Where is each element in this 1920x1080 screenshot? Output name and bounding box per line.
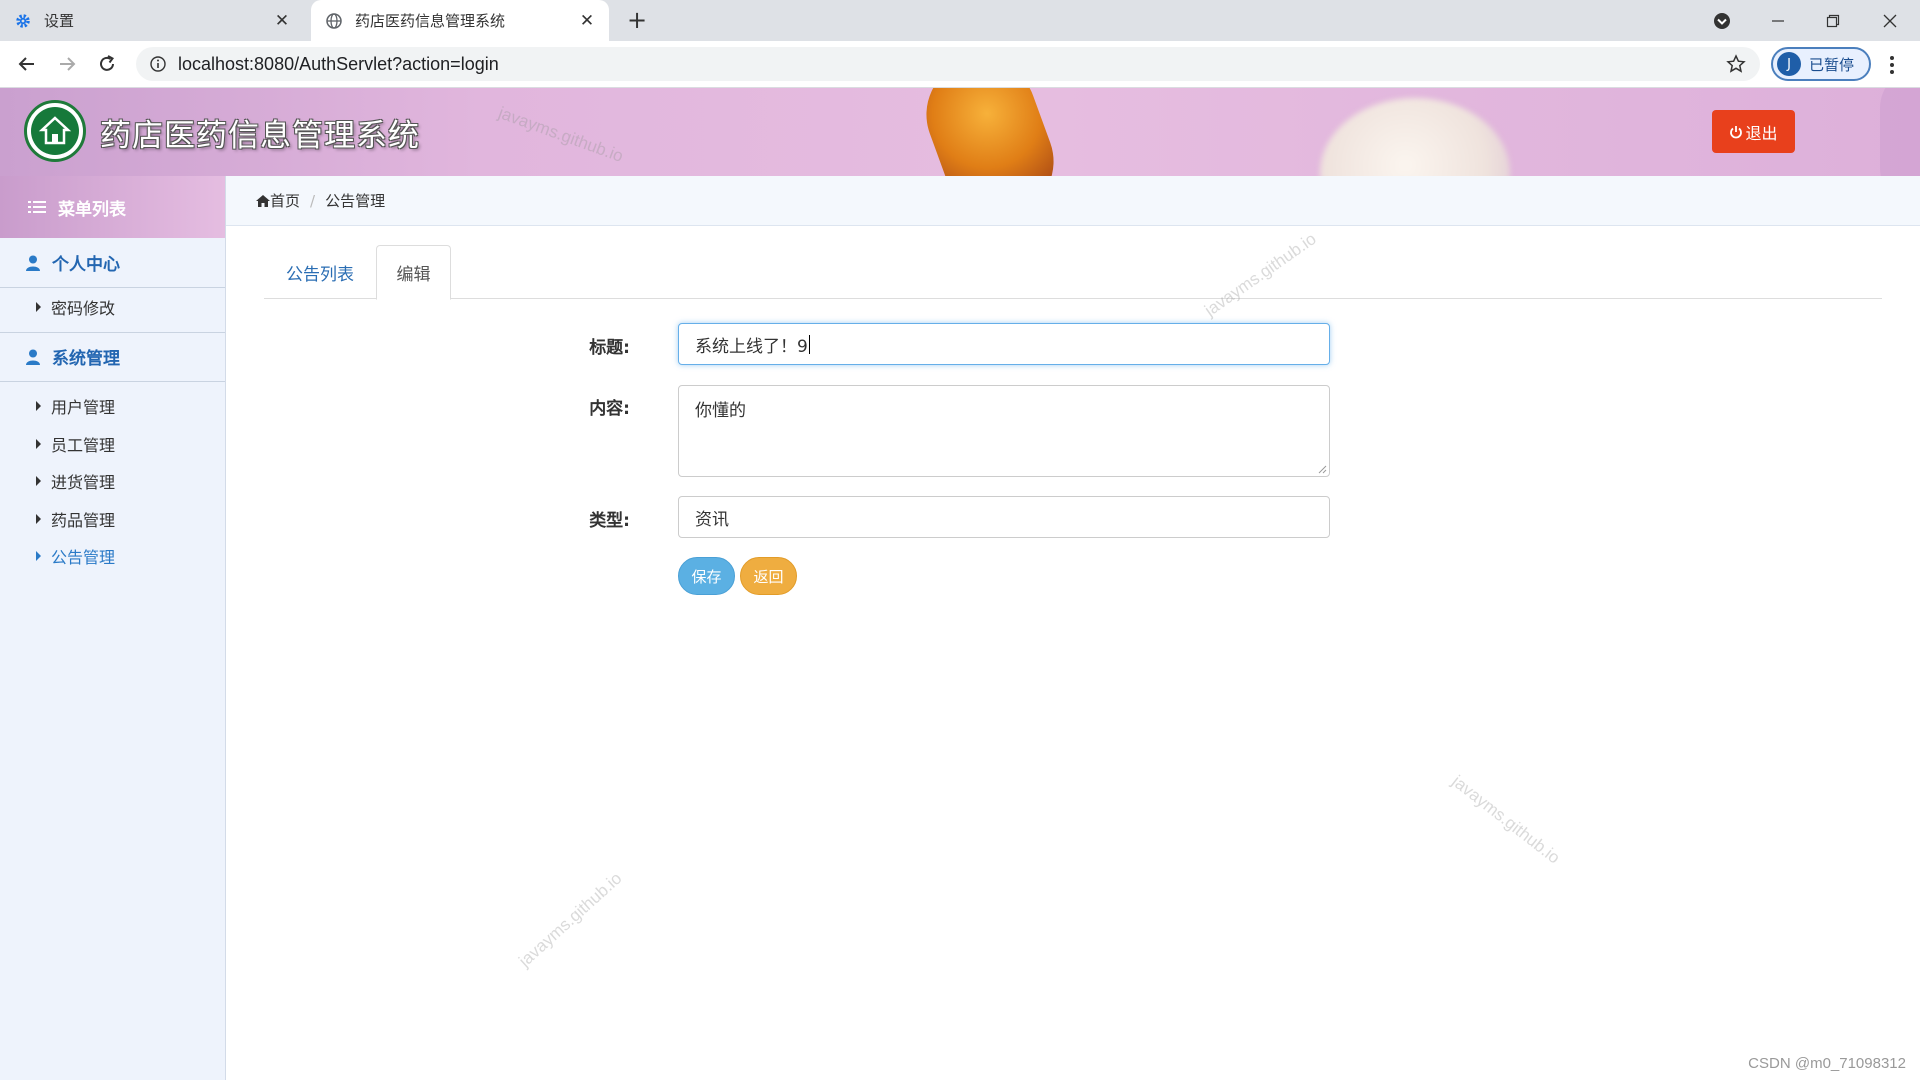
kebab-menu-icon[interactable] [1882, 53, 1902, 77]
title-value: 系统上线了！9 [695, 336, 808, 357]
user-icon [26, 349, 40, 365]
footer-credit: CSDN @m0_71098312 [1748, 1055, 1906, 1072]
sidebar-item-label: 进货管理 [51, 473, 116, 493]
sidebar-heading-label: 菜单列表 [58, 199, 126, 220]
header-tablet-image [1320, 98, 1510, 176]
tab-search-icon[interactable] [1706, 0, 1738, 41]
address-bar: localhost:8080/AuthServlet?action=login … [0, 41, 1920, 88]
profile-button[interactable]: J 已暂停 [1771, 47, 1871, 81]
sidebar-heading: 菜单列表 [0, 176, 225, 238]
type-input[interactable]: 资讯 [678, 496, 1330, 538]
content-label: 内容: [589, 399, 630, 419]
university-logo [24, 100, 86, 162]
header-pill-image [910, 88, 1070, 176]
sidebar-group-label: 个人中心 [52, 255, 120, 275]
sidebar-item-announcement[interactable]: 公告管理 [0, 538, 225, 576]
sidebar-item-label: 药品管理 [51, 510, 116, 530]
browser-tab-strip: 设置 ✕ 药店医药信息管理系统 ✕ + [0, 0, 1920, 41]
caret-right-icon [36, 438, 41, 449]
type-value: 资讯 [695, 509, 729, 530]
profile-status: 已暂停 [1809, 55, 1855, 74]
info-icon[interactable] [150, 56, 166, 72]
home-icon [256, 194, 270, 207]
sidebar: 菜单列表 个人中心 密码修改 系统管理 用户管理 员工管理 进货管理 药品管理 … [0, 176, 226, 1080]
user-icon [26, 255, 40, 271]
app-title: 药店医药信息管理系统 [100, 118, 420, 153]
type-label: 类型: [589, 511, 630, 531]
app-header: 药店医药信息管理系统 退出 [0, 88, 1920, 176]
logout-button[interactable]: 退出 [1712, 110, 1795, 153]
header-decoration [1880, 88, 1920, 176]
caret-right-icon [36, 401, 41, 412]
sidebar-item-password[interactable]: 密码修改 [0, 288, 225, 326]
gear-icon [14, 12, 32, 30]
breadcrumb-separator: / [310, 191, 316, 210]
sidebar-item-purchase[interactable]: 进货管理 [0, 463, 225, 501]
globe-icon [325, 12, 343, 30]
sidebar-group-personal[interactable]: 个人中心 [0, 238, 225, 288]
watermark: javayms.github.io [515, 868, 626, 971]
page-tabs: 公告列表 编辑 [264, 245, 1882, 300]
restore-icon[interactable] [1815, 0, 1851, 41]
back-button[interactable]: 返回 [740, 557, 797, 595]
text-cursor [808, 334, 810, 354]
sidebar-item-label: 公告管理 [51, 548, 116, 568]
logout-label: 退出 [1745, 123, 1778, 143]
caret-right-icon [36, 476, 41, 487]
list-icon [28, 200, 46, 214]
reload-icon[interactable] [92, 49, 122, 79]
caret-right-icon [36, 513, 41, 524]
breadcrumb-home[interactable]: 首页 [256, 190, 300, 211]
url-text: localhost:8080/AuthServlet?action=login [178, 53, 499, 74]
forward-arrow-icon[interactable] [52, 49, 82, 79]
close-icon[interactable]: ✕ [270, 9, 294, 33]
sidebar-item-medicine[interactable]: 药品管理 [0, 500, 225, 538]
power-icon [1730, 125, 1743, 138]
close-window-icon[interactable] [1872, 0, 1908, 41]
sidebar-item-label: 员工管理 [51, 435, 116, 455]
resize-handle-icon[interactable] [1317, 464, 1327, 474]
content-value: 你懂的 [695, 401, 746, 421]
sidebar-item-label: 用户管理 [51, 398, 116, 418]
bookmark-star-icon[interactable] [1726, 54, 1746, 74]
sidebar-group-label: 系统管理 [52, 349, 120, 369]
title-input[interactable]: 系统上线了！9 [678, 323, 1330, 365]
browser-tab-title: 设置 [44, 12, 75, 30]
breadcrumb-home-label: 首页 [270, 192, 301, 210]
browser-tab-title: 药店医药信息管理系统 [355, 12, 506, 30]
sidebar-item-users[interactable]: 用户管理 [0, 388, 225, 426]
new-tab-button[interactable]: + [624, 8, 650, 34]
content-textarea[interactable]: 你懂的 [678, 385, 1330, 477]
sidebar-item-label: 密码修改 [51, 298, 116, 318]
save-button[interactable]: 保存 [678, 557, 735, 595]
title-label: 标题: [589, 338, 630, 358]
back-arrow-icon[interactable] [12, 49, 42, 79]
breadcrumb-current: 公告管理 [325, 192, 386, 210]
tab-announcement-list[interactable]: 公告列表 [264, 245, 376, 299]
browser-tab-settings[interactable]: 设置 ✕ [14, 0, 304, 41]
caret-right-icon [36, 301, 41, 312]
watermark: javayms.github.io [1448, 771, 1564, 868]
close-icon[interactable]: ✕ [575, 9, 599, 33]
breadcrumb: 首页 / 公告管理 [226, 176, 1920, 226]
minimize-icon[interactable] [1760, 0, 1796, 41]
tab-edit[interactable]: 编辑 [376, 245, 451, 300]
caret-right-icon [36, 551, 41, 562]
url-input[interactable]: localhost:8080/AuthServlet?action=login [136, 47, 1760, 81]
sidebar-group-system[interactable]: 系统管理 [0, 331, 225, 382]
browser-tab-active[interactable]: 药店医药信息管理系统 ✕ [311, 0, 609, 41]
sidebar-item-staff[interactable]: 员工管理 [0, 425, 225, 463]
avatar: J [1777, 52, 1801, 76]
